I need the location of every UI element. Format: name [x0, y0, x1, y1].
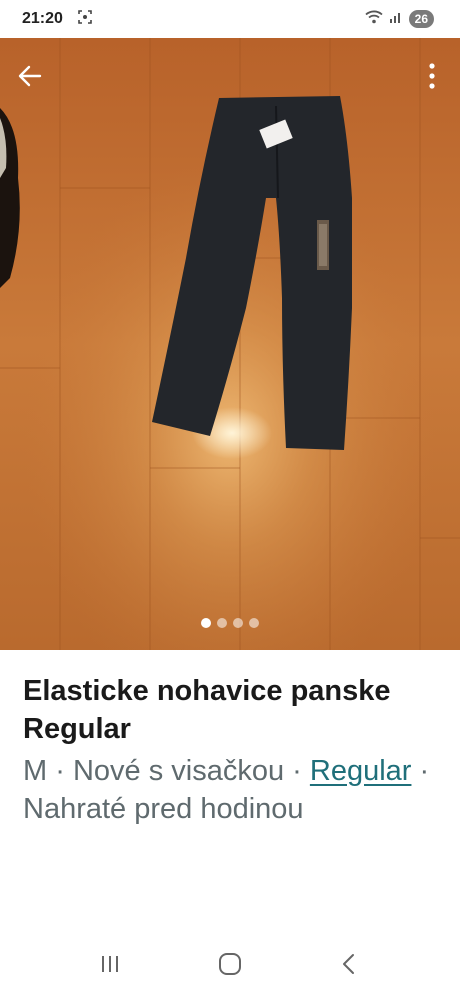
listing-size: M: [23, 755, 48, 787]
meta-separator: ·: [284, 755, 310, 787]
more-options-button[interactable]: [420, 58, 444, 94]
product-image: [0, 38, 460, 650]
more-vert-icon: [429, 63, 435, 89]
photo-pagination: [0, 618, 460, 628]
meta-separator: ·: [411, 755, 430, 787]
status-time: 21:20: [22, 10, 63, 27]
pagination-dot[interactable]: [233, 618, 243, 628]
home-icon: [219, 952, 241, 975]
listing-condition: Nové s visačkou: [72, 755, 285, 787]
recent-apps-button[interactable]: [90, 944, 130, 984]
pagination-dot[interactable]: [201, 618, 211, 628]
back-arrow-icon: [18, 65, 42, 87]
listing-details: Elasticke nohavice panske Regular M · No…: [23, 672, 443, 828]
battery-indicator: 26: [408, 10, 434, 28]
wifi-icon: [365, 10, 383, 29]
pagination-dot[interactable]: [249, 618, 259, 628]
brand-link[interactable]: Regular: [310, 755, 412, 787]
nav-back-button[interactable]: [330, 944, 370, 984]
recent-apps-icon: [102, 955, 118, 972]
status-bar: 21:20 26: [0, 0, 460, 38]
meta-separator: ·: [47, 755, 73, 787]
product-photo[interactable]: [0, 38, 460, 650]
back-icon: [343, 953, 354, 974]
back-button[interactable]: [14, 60, 46, 92]
screenshot-icon: [77, 9, 93, 30]
listing-uploaded: Nahraté pred hodinou: [23, 793, 304, 825]
listing-title: Elasticke nohavice panske Regular: [23, 675, 391, 745]
pagination-dot[interactable]: [217, 618, 227, 628]
signal-icon: [389, 10, 403, 29]
home-button[interactable]: [210, 944, 250, 984]
listing-meta: M · Nové s visačkou · Regular · Nahraté …: [23, 752, 443, 828]
system-nav-bar: [0, 930, 460, 997]
